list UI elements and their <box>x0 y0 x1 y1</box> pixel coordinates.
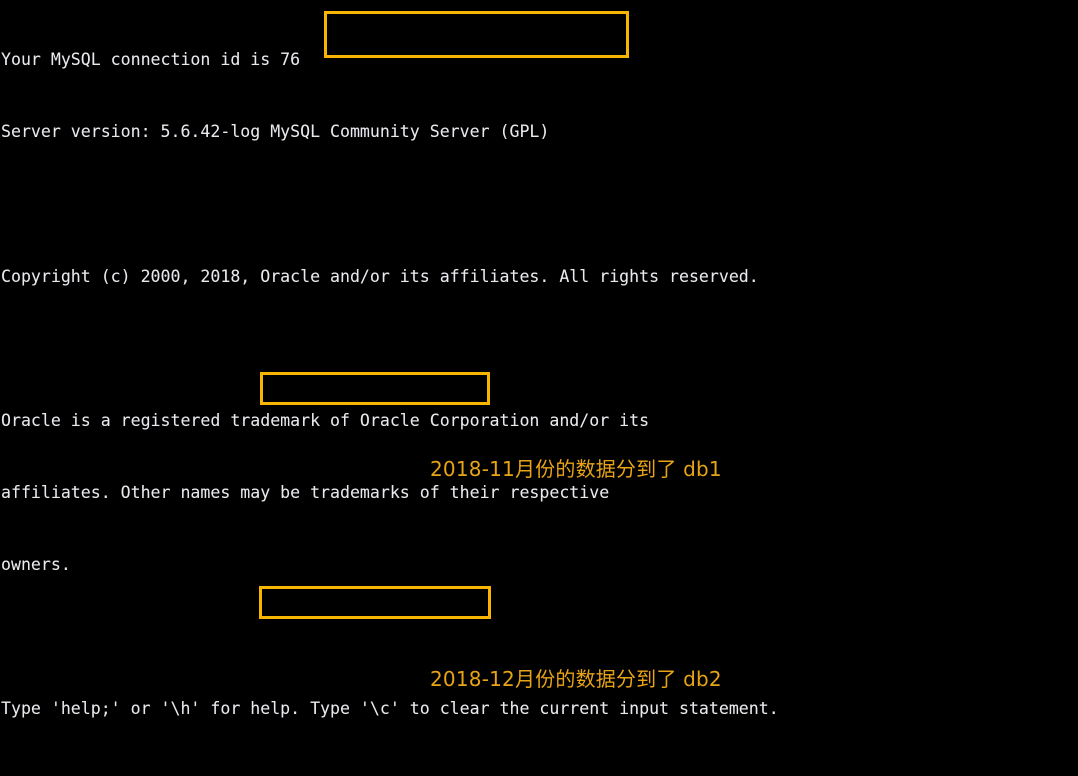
annotation-db2: 2018-12月份的数据分到了 db2 <box>430 667 722 691</box>
terminal-line: affiliates. Other names may be trademark… <box>1 482 610 502</box>
terminal-line: owners. <box>1 555 71 575</box>
terminal-line: Copyright (c) 2000, 2018, Oracle and/or … <box>1 266 759 286</box>
terminal-output[interactable]: Your MySQL connection id is 76 Server ve… <box>0 0 1078 776</box>
terminal-line: Your MySQL connection id is 76 <box>1 50 301 70</box>
terminal-window[interactable]: Your MySQL connection id is 76 Server ve… <box>0 0 1078 776</box>
terminal-line: Oracle is a registered trademark of Orac… <box>1 410 650 430</box>
annotation-db1: 2018-11月份的数据分到了 db1 <box>430 457 722 481</box>
terminal-line: Type 'help;' or '\h' for help. Type '\c'… <box>1 699 779 719</box>
terminal-line: Server version: 5.6.42-log MySQL Communi… <box>1 122 550 142</box>
